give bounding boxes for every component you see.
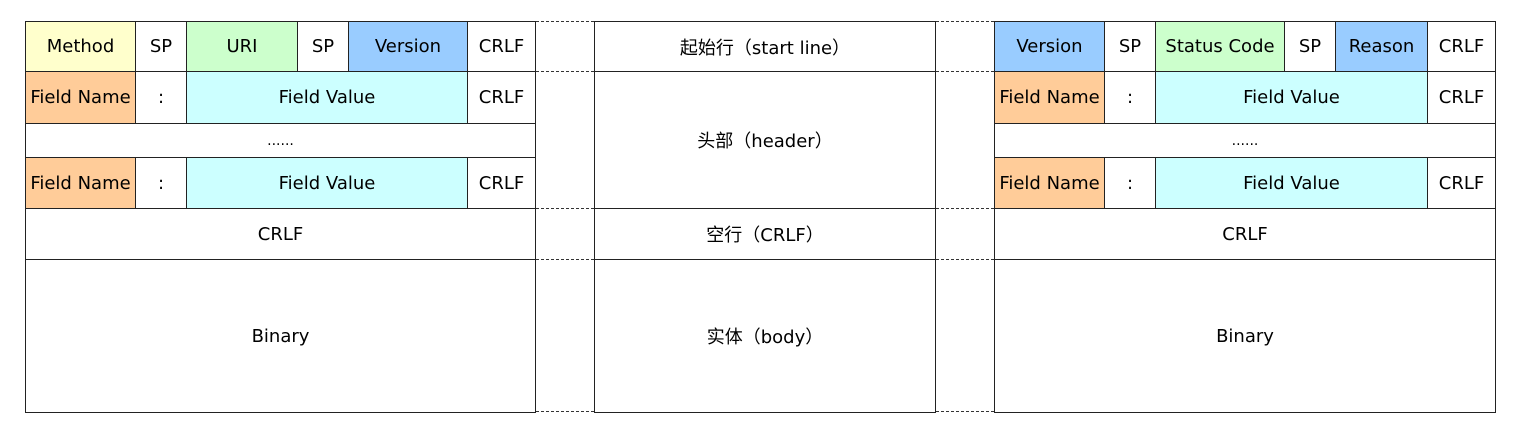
request-sp-cell-1: SP (135, 21, 187, 72)
response-header-crlf-cell-1: CRLF (1427, 71, 1496, 124)
request-field-name-cell-2: Field Name (25, 157, 136, 209)
response-sp-cell-2: SP (1284, 21, 1336, 72)
connector-right-blank-line (936, 259, 994, 260)
request-colon-cell-1: : (135, 71, 187, 124)
response-field-value-cell-1: Field Value (1155, 71, 1428, 124)
http-message-diagram: Method SP URI SP Version CRLF Field Name… (0, 0, 1529, 443)
start-line-label: 起始行（start line） (594, 21, 936, 72)
header-label: 头部（header） (594, 71, 936, 209)
response-colon-cell-2: : (1104, 157, 1156, 209)
request-body-binary: Binary (25, 259, 536, 413)
request-colon-cell-2: : (135, 157, 187, 209)
response-version-cell: Version (994, 21, 1105, 72)
blank-line-label: 空行（CRLF） (594, 208, 936, 260)
connector-right-top (936, 21, 994, 22)
response-start-crlf-cell: CRLF (1427, 21, 1496, 72)
request-field-name-cell-1: Field Name (25, 71, 136, 124)
response-status-code-cell: Status Code (1155, 21, 1285, 72)
body-label: 实体（body） (594, 259, 936, 413)
response-field-value-cell-2: Field Value (1155, 157, 1428, 209)
response-body-binary: Binary (994, 259, 1496, 413)
response-colon-cell-1: : (1104, 71, 1156, 124)
request-header-crlf-cell-1: CRLF (467, 71, 536, 124)
request-uri-cell: URI (186, 21, 298, 72)
connector-left-blank-line (536, 259, 594, 260)
request-field-value-cell-1: Field Value (186, 71, 468, 124)
request-blank-line-crlf: CRLF (25, 208, 536, 260)
connector-left-header (536, 208, 594, 209)
request-header-ellipsis: ...... (25, 123, 536, 158)
response-header-ellipsis: ...... (994, 123, 1496, 158)
connector-left-start-line (536, 71, 594, 72)
response-reason-cell: Reason (1335, 21, 1428, 72)
connector-left-top (536, 21, 594, 22)
connector-right-bottom (936, 411, 994, 412)
connector-right-header (936, 208, 994, 209)
request-version-cell: Version (348, 21, 468, 72)
request-method-cell: Method (25, 21, 136, 72)
connector-left-bottom (536, 411, 594, 412)
response-field-name-cell-1: Field Name (994, 71, 1105, 124)
request-header-crlf-cell-2: CRLF (467, 157, 536, 209)
connector-right-start-line (936, 71, 994, 72)
response-sp-cell-1: SP (1104, 21, 1156, 72)
request-sp-cell-2: SP (297, 21, 349, 72)
response-header-crlf-cell-2: CRLF (1427, 157, 1496, 209)
request-field-value-cell-2: Field Value (186, 157, 468, 209)
request-start-crlf-cell: CRLF (467, 21, 536, 72)
response-blank-line-crlf: CRLF (994, 208, 1496, 260)
response-field-name-cell-2: Field Name (994, 157, 1105, 209)
